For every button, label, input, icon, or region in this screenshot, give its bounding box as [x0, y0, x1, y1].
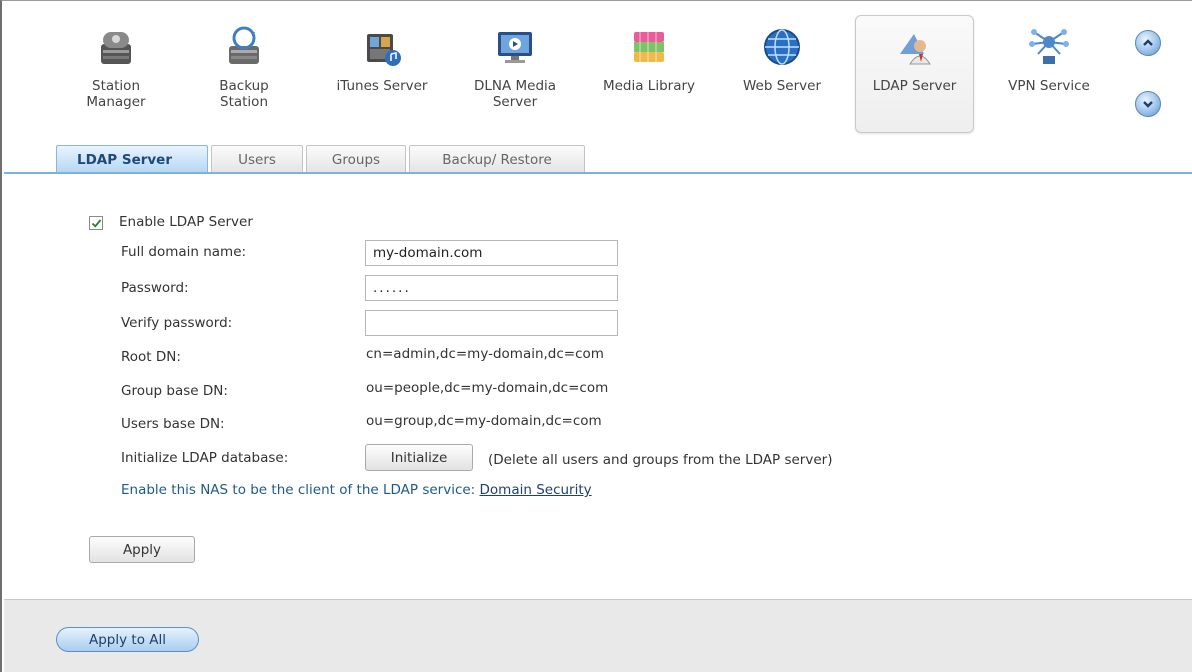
chevron-up-icon [1143, 39, 1153, 46]
apply-button[interactable]: Apply [89, 536, 195, 563]
app-backup-station[interactable]: Backup Station [194, 16, 294, 134]
app-toolbar: Station Manager Backup Station iTunes Se… [4, 2, 1192, 176]
tab-backup-restore[interactable]: Backup/ Restore [409, 145, 585, 173]
app-dlna-media-server[interactable]: DLNA Media Server [459, 16, 571, 134]
media-library-icon [634, 32, 664, 62]
app-label: Media Library [602, 78, 696, 94]
scroll-up-button[interactable] [1135, 30, 1161, 56]
scroll-down-button[interactable] [1135, 91, 1161, 117]
app-label: iTunes Server [336, 78, 428, 94]
app-label: Station Manager [86, 78, 146, 110]
footer-bar: Apply to All [4, 599, 1192, 672]
app-ldap-server[interactable]: LDAP Server [855, 15, 974, 133]
chevron-down-icon [1143, 101, 1153, 108]
app-label: VPN Service [1008, 78, 1090, 94]
group-base-dn-value: ou=people,dc=my-domain,dc=com [366, 380, 609, 396]
app-itunes-server[interactable]: iTunes Server [322, 16, 442, 134]
ldap-client-text: Enable this NAS to be the client of the … [121, 482, 480, 498]
password-label: Password: [121, 280, 189, 296]
group-base-dn-label: Group base DN: [121, 383, 228, 399]
app-label: DLNA Media Server [473, 78, 557, 110]
verify-password-input[interactable] [365, 310, 618, 336]
app-label: Web Server [743, 78, 821, 94]
app-vpn-service[interactable]: VPN Service [989, 16, 1109, 134]
apply-to-all-button[interactable]: Apply to All [56, 627, 199, 652]
root-dn-label: Root DN: [121, 349, 181, 365]
web-server-icon [764, 29, 800, 65]
backup-station-icon [229, 26, 259, 64]
app-label: Backup Station [219, 78, 269, 110]
station-manager-icon [101, 32, 131, 64]
tab-bar: LDAP Server Users Groups Backup/ Restore [56, 145, 588, 174]
tab-ldap-server[interactable]: LDAP Server [56, 145, 208, 173]
checkmark-icon [91, 219, 102, 228]
dlna-media-server-icon [498, 32, 532, 63]
domain-name-input[interactable] [365, 240, 618, 266]
verify-password-label: Verify password: [121, 315, 233, 331]
domain-name-label: Full domain name: [121, 244, 247, 260]
app-web-server[interactable]: Web Server [726, 16, 838, 134]
app-media-library[interactable]: Media Library [589, 16, 709, 134]
app-station-manager[interactable]: Station Manager [66, 16, 166, 134]
app-window: Station Manager Backup Station iTunes Se… [0, 0, 1192, 672]
app-label: LDAP Server [872, 78, 957, 94]
enable-ldap-checkbox[interactable] [89, 216, 103, 230]
users-base-dn-label: Users base DN: [121, 416, 225, 432]
tab-users[interactable]: Users [211, 145, 303, 173]
enable-ldap-label: Enable LDAP Server [119, 214, 253, 230]
ldap-client-hint: Enable this NAS to be the client of the … [121, 482, 592, 498]
initialize-button[interactable]: Initialize [365, 444, 473, 471]
ldap-server-form: Enable LDAP Server Full domain name: Pas… [2, 174, 1192, 600]
tab-groups[interactable]: Groups [306, 145, 406, 173]
itunes-server-icon [367, 34, 401, 66]
vpn-service-icon [1029, 29, 1069, 64]
domain-security-link[interactable]: Domain Security [480, 482, 592, 498]
password-input[interactable] [365, 275, 618, 301]
initialize-database-label: Initialize LDAP database: [121, 450, 289, 466]
root-dn-value: cn=admin,dc=my-domain,dc=com [366, 346, 604, 362]
initialize-note: (Delete all users and groups from the LD… [488, 452, 833, 468]
users-base-dn-value: ou=group,dc=my-domain,dc=com [366, 413, 602, 429]
ldap-server-icon [899, 34, 931, 65]
